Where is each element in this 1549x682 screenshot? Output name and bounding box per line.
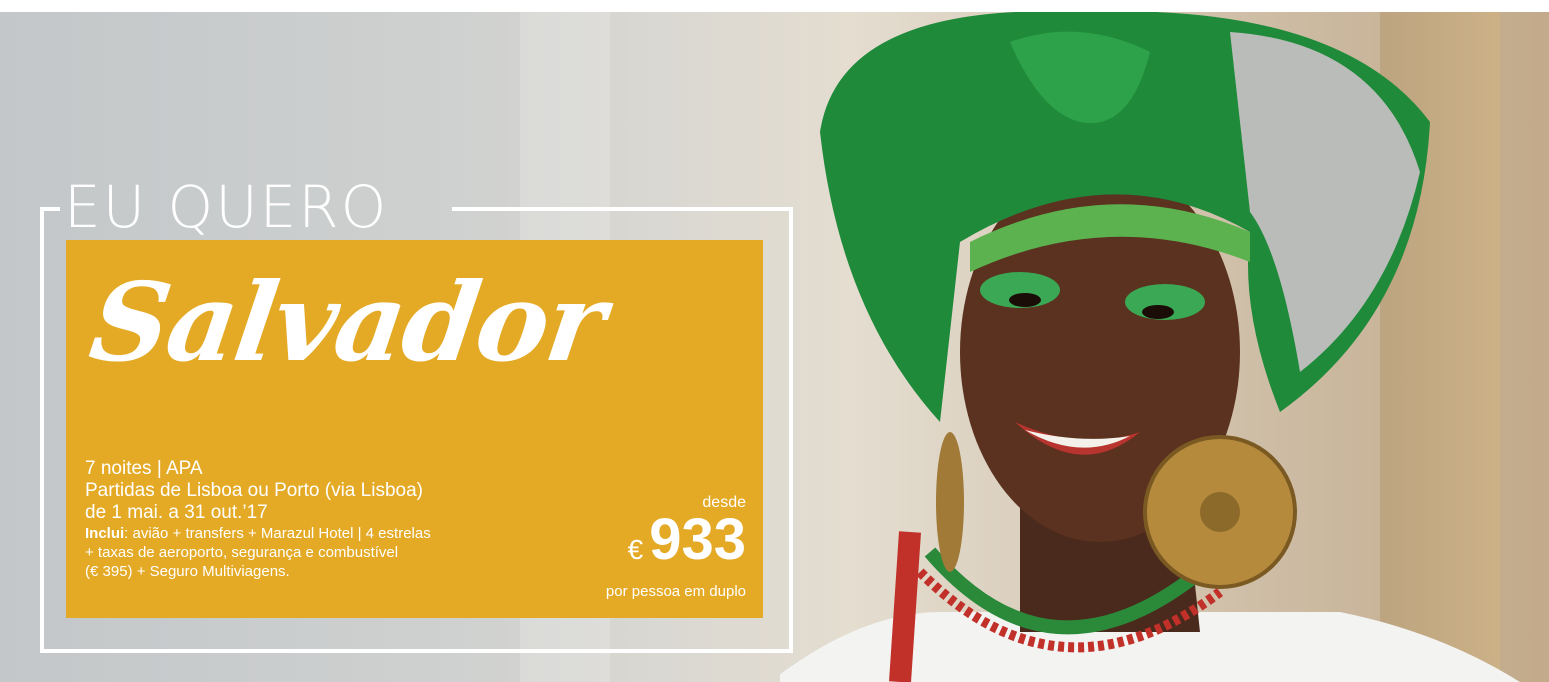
price-block: desde €933 por pessoa em duplo [606, 494, 746, 601]
offer-nights: 7 noites | APA [85, 458, 203, 479]
woman-photo [780, 12, 1520, 682]
promo-banner[interactable]: EU QUERO Salvador 7 noites | APA Partida… [0, 0, 1549, 682]
price-value: 933 [649, 507, 746, 572]
banner-title: EU QUERO [64, 173, 389, 241]
includes-text: : avião + transfers + Marazul Hotel | 4 … [124, 525, 431, 542]
frame-line [789, 207, 793, 653]
frame-line [452, 207, 793, 211]
offer-includes-line: + taxas de aeroporto, segurança e combus… [85, 544, 399, 561]
destination-name: Salvador [83, 260, 612, 386]
offer-departures: Partidas de Lisboa ou Porto (via Lisboa) [85, 480, 423, 501]
offer-includes: Inclui: avião + transfers + Marazul Hote… [85, 524, 431, 543]
currency-symbol: € [627, 534, 644, 565]
frame-line [40, 649, 793, 653]
offer-includes-line: (€ 395) + Seguro Multiviagens. [85, 563, 290, 580]
top-strip [0, 0, 1549, 12]
offer-details: 7 noites | APA Partidas de Lisboa ou Por… [85, 458, 431, 581]
offer-panel: Salvador 7 noites | APA Partidas de Lisb… [66, 240, 763, 618]
price-amount: €933 [606, 511, 746, 583]
offer-dates: de 1 mai. a 31 out.’17 [85, 502, 268, 523]
frame-line [40, 207, 44, 653]
includes-label: Inclui [85, 525, 125, 542]
price-note: por pessoa em duplo [605, 583, 746, 600]
